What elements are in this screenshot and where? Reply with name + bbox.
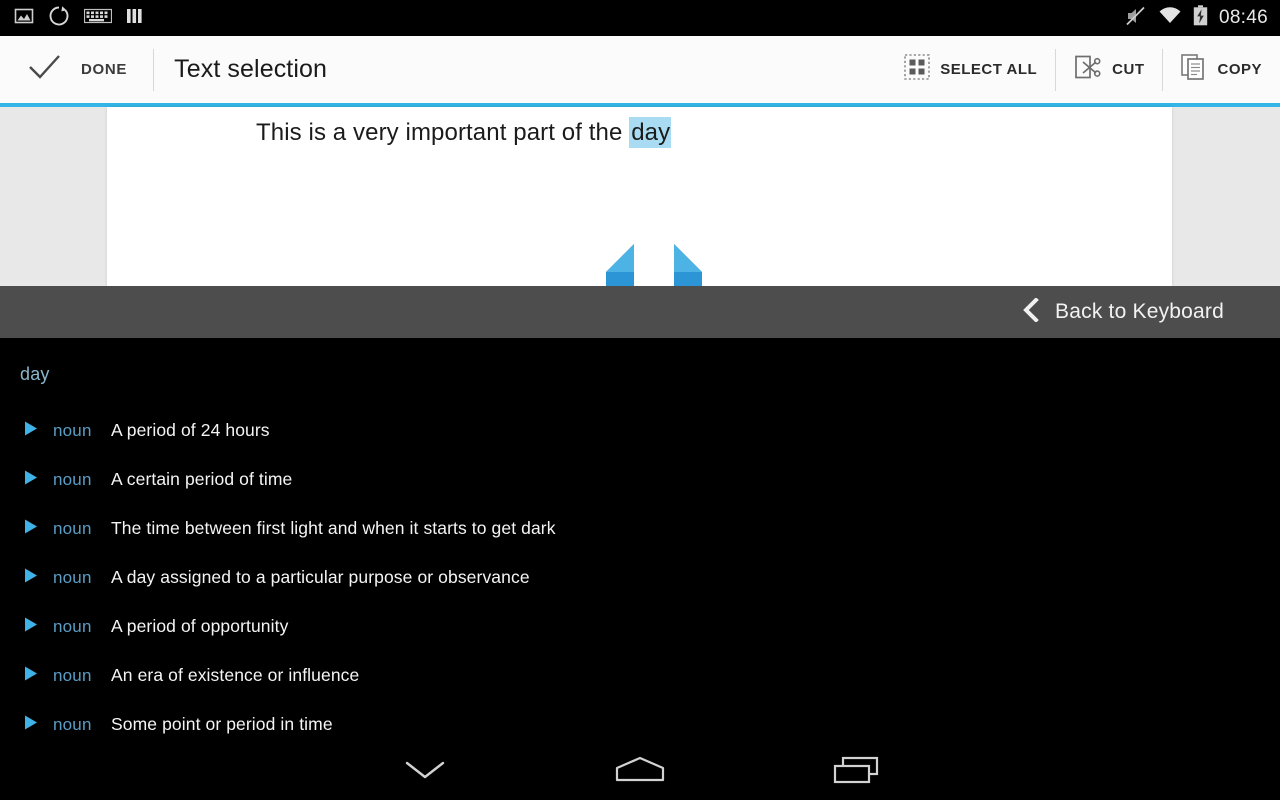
- dictionary-entry[interactable]: noun A period of 24 hours: [0, 406, 1280, 455]
- status-clock: 08:46: [1218, 7, 1268, 28]
- dictionary-part-of-speech: noun: [53, 469, 92, 489]
- back-to-keyboard-label: Back to Keyboard: [1055, 300, 1224, 323]
- battery-charging-icon: [1193, 5, 1208, 31]
- dictionary-definition: A day assigned to a particular purpose o…: [111, 567, 530, 587]
- dictionary-part-of-speech: noun: [53, 616, 92, 636]
- back-to-keyboard-bar[interactable]: Back to Keyboard: [0, 286, 1280, 338]
- dictionary-part-of-speech: noun: [53, 567, 92, 587]
- status-bar: 08:46: [0, 0, 1280, 36]
- mute-icon: [1125, 6, 1147, 31]
- play-triangle-icon[interactable]: [22, 714, 39, 736]
- status-system-icons[interactable]: 08:46: [1125, 0, 1268, 36]
- cut-label: CUT: [1112, 61, 1145, 78]
- dictionary-definition: A period of 24 hours: [111, 420, 270, 440]
- action-bar: DONE Text selection SELECT ALL CUT COPY: [0, 36, 1280, 103]
- copy-button[interactable]: COPY: [1163, 36, 1280, 103]
- document-area: This is a very important part of the day: [0, 107, 1280, 286]
- play-triangle-icon[interactable]: [22, 518, 39, 540]
- dictionary-part-of-speech: noun: [53, 420, 92, 440]
- dictionary-definition: Some point or period in time: [111, 714, 333, 734]
- selection-handle-start[interactable]: [600, 242, 640, 290]
- document-text[interactable]: This is a very important part of the day: [256, 117, 672, 148]
- recents-button[interactable]: [797, 744, 917, 800]
- select-all-button[interactable]: SELECT ALL: [886, 36, 1055, 103]
- navigation-bar: [0, 744, 1280, 800]
- image-icon: [14, 6, 34, 31]
- done-label: DONE: [81, 61, 128, 78]
- cut-button[interactable]: CUT: [1056, 36, 1162, 103]
- wifi-icon: [1158, 6, 1182, 30]
- play-triangle-icon[interactable]: [22, 420, 39, 442]
- sync-icon: [48, 5, 70, 32]
- select-all-icon: [904, 54, 931, 85]
- dictionary-entry[interactable]: noun An era of existence or influence: [0, 651, 1280, 700]
- done-button[interactable]: DONE: [0, 36, 153, 103]
- dictionary-definition: An era of existence or influence: [111, 665, 360, 685]
- dictionary-entry[interactable]: noun The time between first light and whe…: [0, 504, 1280, 553]
- dictionary-part-of-speech: noun: [53, 665, 92, 685]
- back-to-keyboard-button[interactable]: Back to Keyboard: [1023, 296, 1280, 327]
- dictionary-part-of-speech: noun: [53, 714, 92, 734]
- checkmark-icon: [28, 54, 61, 85]
- home-icon: [612, 755, 668, 790]
- selected-text[interactable]: day: [629, 117, 672, 148]
- dictionary-entry[interactable]: noun A certain period of time: [0, 455, 1280, 504]
- dictionary-entry[interactable]: noun Some point or period in time: [0, 700, 1280, 749]
- play-triangle-icon[interactable]: [22, 665, 39, 687]
- recents-icon: [831, 754, 883, 791]
- dictionary-entry[interactable]: noun A day assigned to a particular purpo…: [0, 553, 1280, 602]
- keyboard-icon: [83, 7, 113, 30]
- dictionary-entry[interactable]: noun A period of opportunity: [0, 602, 1280, 651]
- copy-label: COPY: [1217, 61, 1262, 78]
- action-bar-buttons: SELECT ALL CUT COPY: [886, 36, 1280, 103]
- scissors-icon: [1074, 53, 1102, 86]
- dictionary-headword: day: [20, 364, 50, 384]
- status-notification-icons[interactable]: [0, 5, 146, 32]
- chevron-left-icon: [1023, 296, 1039, 327]
- copy-pages-icon: [1181, 53, 1207, 86]
- dictionary-part-of-speech: noun: [53, 518, 92, 538]
- dictionary-definition: A period of opportunity: [111, 616, 289, 636]
- dictionary-panel: day noun A period of 24 hours noun A certai…: [0, 338, 1280, 744]
- dictionary-definition: A certain period of time: [111, 469, 293, 489]
- play-triangle-icon[interactable]: [22, 616, 39, 638]
- sim-bars-icon: [126, 6, 146, 31]
- play-triangle-icon[interactable]: [22, 567, 39, 589]
- hide-keyboard-button[interactable]: [365, 744, 485, 800]
- dictionary-entry-list: noun A period of 24 hours noun A certain pe…: [0, 406, 1280, 749]
- selection-handle-end[interactable]: [668, 242, 708, 290]
- dictionary-definition: The time between first light and when it…: [111, 518, 556, 538]
- page-title: Text selection: [174, 55, 328, 83]
- play-triangle-icon[interactable]: [22, 469, 39, 491]
- text-before-selection: This is a very important part of the: [256, 119, 630, 146]
- home-button[interactable]: [580, 744, 700, 800]
- android-screen: 08:46 DONE Text selection SELECT ALL CUT…: [0, 0, 1280, 800]
- chevron-down-icon: [403, 757, 447, 788]
- select-all-label: SELECT ALL: [940, 61, 1038, 78]
